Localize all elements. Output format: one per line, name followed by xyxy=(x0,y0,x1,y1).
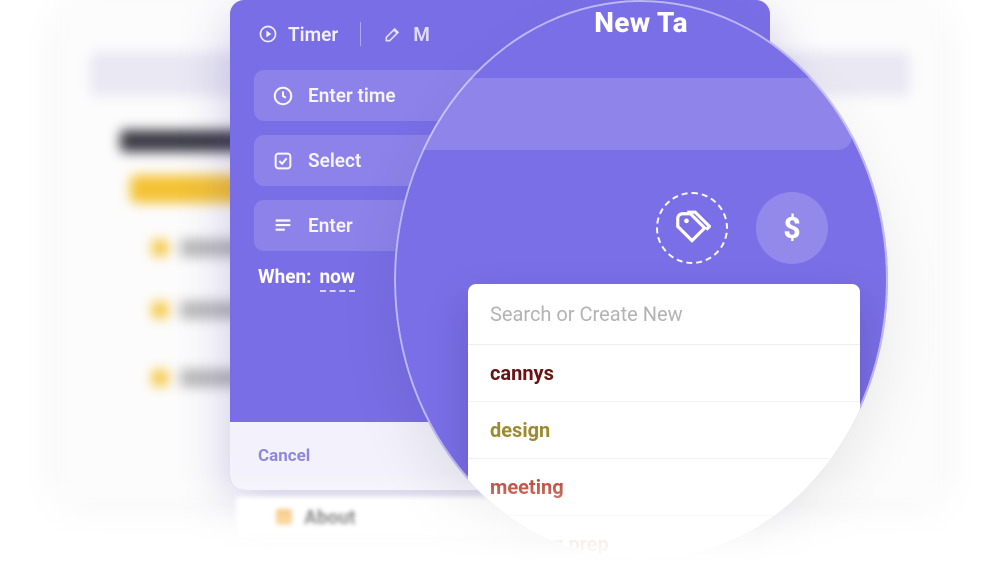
about-label: About xyxy=(304,506,355,529)
tag-search-input[interactable]: Search or Create New xyxy=(468,284,860,345)
zoom-lens: New Ta $ Search or Create New cannys des… xyxy=(394,0,888,560)
time-input-placeholder: Enter time xyxy=(308,84,396,107)
lens-time-input[interactable] xyxy=(404,78,852,150)
when-label: When: xyxy=(258,265,312,288)
cancel-button[interactable]: Cancel xyxy=(258,446,310,466)
tag-option[interactable]: meeting prep xyxy=(468,516,860,560)
tags-dropdown: Search or Create New cannys design meeti… xyxy=(468,284,860,560)
clock-icon xyxy=(272,85,294,107)
tags-button[interactable] xyxy=(656,192,728,264)
tab-timer-label: Timer xyxy=(288,23,338,46)
tag-option[interactable]: cannys xyxy=(468,345,860,402)
when-value[interactable]: now xyxy=(320,265,355,292)
dollar-icon: $ xyxy=(783,211,800,246)
checkbox-icon xyxy=(272,150,294,172)
billable-button[interactable]: $ xyxy=(756,192,828,264)
tab-timer[interactable]: Timer xyxy=(258,23,338,46)
task-select-placeholder: Select xyxy=(308,149,361,172)
lens-minimize-button[interactable] xyxy=(810,36,832,40)
description-placeholder: Enter xyxy=(308,214,353,237)
text-lines-icon xyxy=(272,215,294,237)
tab-separator xyxy=(360,22,361,46)
tags-icon xyxy=(673,209,711,247)
lens-title: New Ta xyxy=(394,0,888,39)
tag-search-placeholder: Search or Create New xyxy=(490,302,683,326)
status-dot-icon xyxy=(276,509,292,525)
play-circle-icon xyxy=(258,24,278,44)
tag-option[interactable]: meeting xyxy=(468,459,860,516)
tag-option[interactable]: design xyxy=(468,402,860,459)
